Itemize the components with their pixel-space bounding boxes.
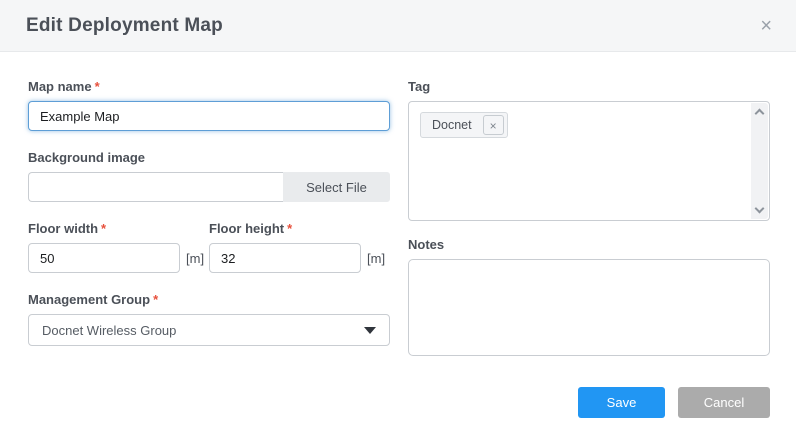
required-asterisk: * <box>153 292 158 307</box>
tag-chip-label: Docnet <box>421 113 483 137</box>
chevron-down-icon <box>364 327 376 334</box>
left-column: Map name* Background image Select File F… <box>28 79 390 425</box>
management-group-select[interactable]: Docnet Wireless Group <box>28 314 390 346</box>
scroll-down-icon[interactable] <box>755 204 765 214</box>
floor-height-unit: [m] <box>367 251 385 266</box>
map-name-label: Map name* <box>28 79 390 94</box>
required-asterisk: * <box>101 221 106 236</box>
background-image-input-group: Select File <box>28 172 390 202</box>
close-icon[interactable]: × <box>760 16 772 36</box>
background-image-field-group: Background image Select File <box>28 150 390 202</box>
dialog-title: Edit Deployment Map <box>26 15 223 37</box>
notes-label: Notes <box>408 237 770 252</box>
floor-width-label: Floor width* <box>28 221 206 236</box>
floor-height-field-group: Floor height* [m] <box>209 221 390 273</box>
notes-textarea[interactable] <box>408 259 770 356</box>
management-group-label-text: Management Group <box>28 292 150 307</box>
floor-dimensions-row: Floor width* [m] Floor height* [m] <box>28 221 390 273</box>
scroll-up-icon[interactable] <box>755 109 765 119</box>
floor-height-input[interactable] <box>209 243 361 273</box>
floor-height-label-text: Floor height <box>209 221 284 236</box>
tag-label: Tag <box>408 79 770 94</box>
floor-height-label: Floor height* <box>209 221 390 236</box>
floor-width-field-group: Floor width* [m] <box>28 221 206 273</box>
background-image-input[interactable] <box>28 172 283 202</box>
tag-box[interactable]: Docnet × <box>408 101 770 221</box>
floor-width-unit: [m] <box>186 251 204 266</box>
floor-width-input[interactable] <box>28 243 180 273</box>
tag-remove-icon[interactable]: × <box>483 115 504 135</box>
background-image-label: Background image <box>28 150 390 165</box>
select-file-button[interactable]: Select File <box>283 172 390 202</box>
tag-chip: Docnet × <box>420 112 508 138</box>
management-group-label: Management Group* <box>28 292 390 307</box>
map-name-input[interactable] <box>28 101 390 131</box>
right-column: Tag Docnet × Notes Save C <box>408 79 770 425</box>
save-button[interactable]: Save <box>578 387 665 418</box>
tag-box-scrollbar[interactable] <box>751 103 768 219</box>
map-name-field-group: Map name* <box>28 79 390 131</box>
action-buttons: Save Cancel <box>408 387 770 418</box>
edit-deployment-map-dialog: Edit Deployment Map × Map name* Backgrou… <box>0 0 796 425</box>
notes-field-group: Notes <box>408 237 770 361</box>
required-asterisk: * <box>95 79 100 94</box>
floor-width-input-wrap: [m] <box>28 243 206 273</box>
dialog-header: Edit Deployment Map × <box>0 0 796 52</box>
management-group-selected-value: Docnet Wireless Group <box>42 323 176 338</box>
map-name-label-text: Map name <box>28 79 92 94</box>
floor-width-label-text: Floor width <box>28 221 98 236</box>
cancel-button[interactable]: Cancel <box>678 387 770 418</box>
tag-field-group: Tag Docnet × <box>408 79 770 221</box>
management-group-field-group: Management Group* Docnet Wireless Group <box>28 292 390 346</box>
dialog-body: Map name* Background image Select File F… <box>0 52 796 425</box>
required-asterisk: * <box>287 221 292 236</box>
floor-height-input-wrap: [m] <box>209 243 390 273</box>
